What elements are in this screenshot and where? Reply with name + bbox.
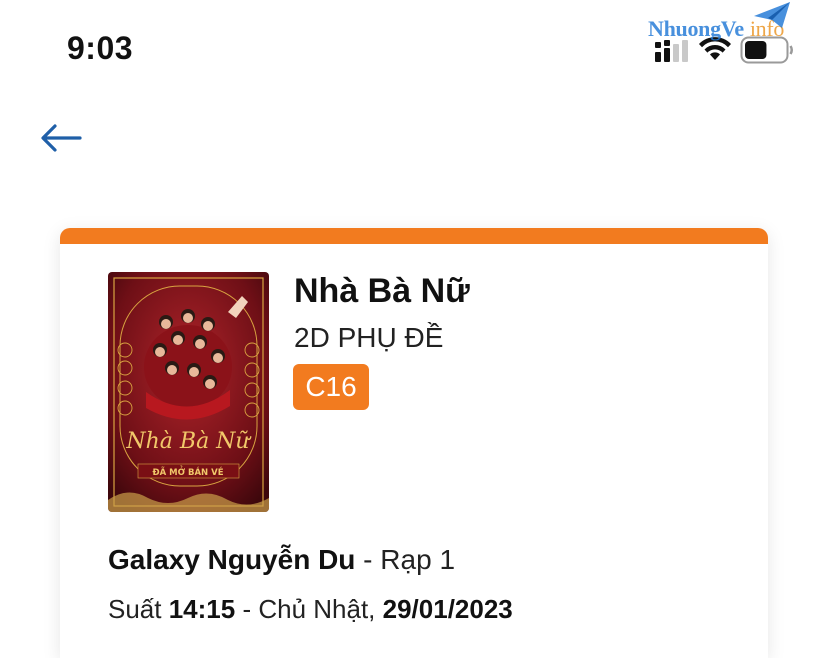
movie-format: 2D PHỤ ĐỀ bbox=[294, 322, 444, 353]
showtime-info: Suất 14:15 - Chủ Nhật, 29/01/2023 bbox=[108, 594, 513, 625]
card-accent-bar bbox=[60, 228, 768, 244]
showtime-date: 29/01/2023 bbox=[382, 594, 513, 624]
paper-plane-icon bbox=[754, 2, 790, 28]
back-button[interactable] bbox=[38, 118, 84, 158]
status-time: 9:03 bbox=[67, 30, 134, 66]
age-rating-badge: C16 bbox=[293, 364, 369, 410]
arrow-left-icon bbox=[41, 124, 82, 152]
showtime-separator: - bbox=[235, 594, 259, 624]
showtime-day: Chủ Nhật, bbox=[258, 594, 383, 624]
svg-text:Nhà Bà Nữ: Nhà Bà Nữ bbox=[125, 429, 251, 454]
movie-poster[interactable]: Nhà Bà Nữ ĐÃ MỞ BÁN VÉ bbox=[108, 272, 269, 512]
showtime-time: 14:15 bbox=[168, 594, 236, 624]
ticket-card: Nhà Bà Nữ ĐÃ MỞ BÁN VÉ Nhà Bà Nữ 2D PHỤ … bbox=[60, 228, 768, 658]
cinema-separator: - bbox=[355, 544, 381, 575]
showtime-label: Suất bbox=[108, 594, 169, 624]
room-name: Rạp 1 bbox=[380, 544, 456, 575]
cinema-name: Galaxy Nguyễn Du bbox=[108, 544, 356, 575]
status-bar: 9:03 NhuongVe info bbox=[0, 0, 828, 100]
movie-title: Nhà Bà Nữ bbox=[294, 272, 470, 310]
movie-poster-image: Nhà Bà Nữ ĐÃ MỞ BÁN VÉ bbox=[108, 272, 269, 512]
watermark-text: NhuongVe bbox=[648, 16, 744, 41]
cinema-info: Galaxy Nguyễn Du - Rạp 1 bbox=[108, 544, 455, 576]
